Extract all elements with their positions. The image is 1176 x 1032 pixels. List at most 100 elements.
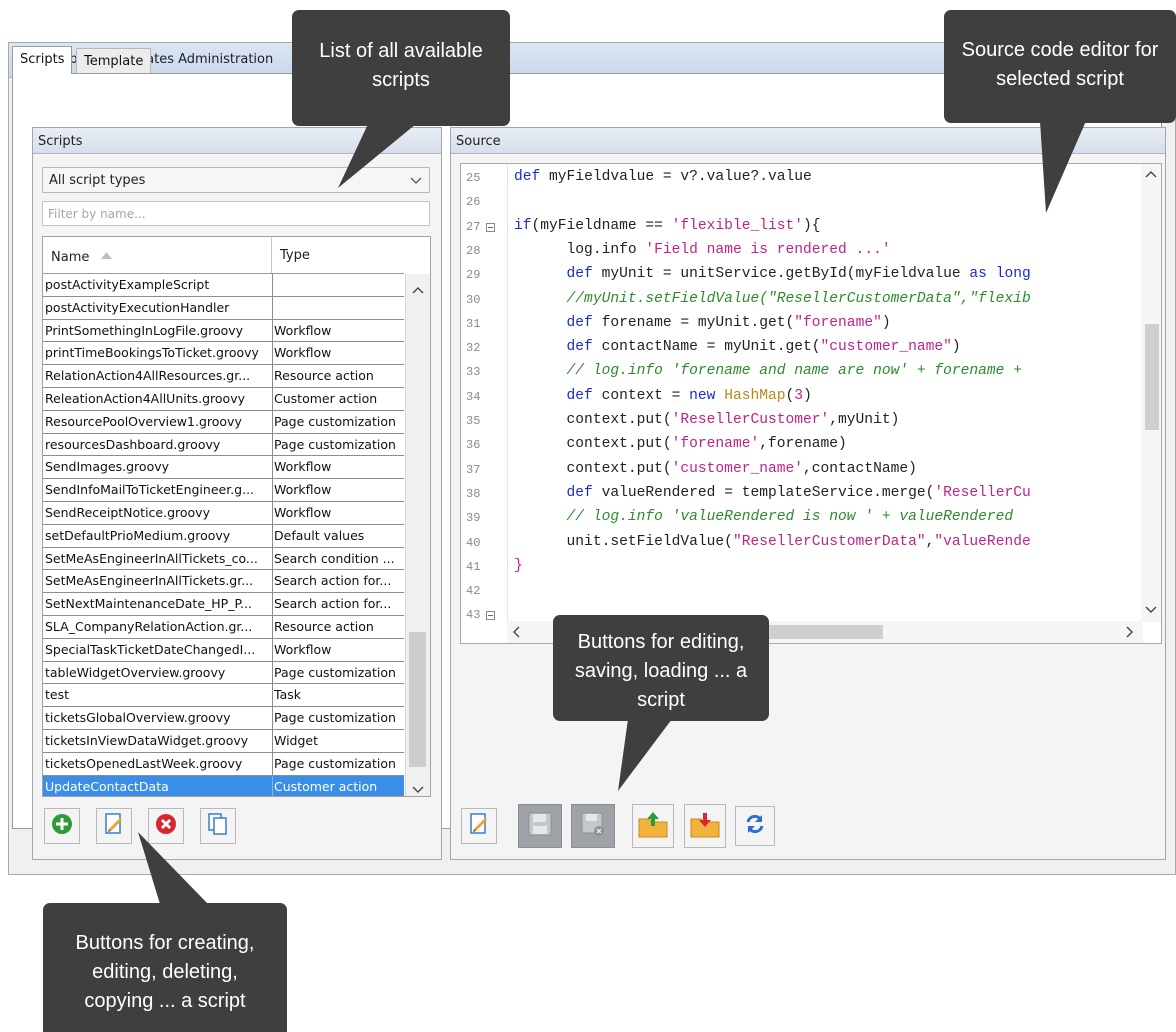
script-name-cell: postActivityExampleScript xyxy=(45,277,210,292)
edit-source-button[interactable] xyxy=(461,808,497,844)
table-row[interactable]: setDefaultPrioMedium.groovy Default value… xyxy=(43,524,404,548)
chevron-up-icon[interactable] xyxy=(1145,168,1157,184)
table-scrollbar[interactable] xyxy=(405,274,430,796)
script-name-cell: SLA_CompanyRelationAction.gr... xyxy=(45,618,253,634)
tab-scripts[interactable]: Scripts xyxy=(12,46,73,74)
column-header-type[interactable]: Type xyxy=(272,237,404,273)
table-row[interactable]: printTimeBookingsToTicket.groovy Workflow xyxy=(43,342,404,366)
script-type-cell: Workflow xyxy=(274,504,332,520)
line-number: 42 xyxy=(466,584,481,599)
discard-button[interactable] xyxy=(571,804,615,848)
column-divider xyxy=(272,274,273,296)
code-line: def myFieldvalue = v?.value?.value xyxy=(514,169,812,185)
column-divider xyxy=(272,547,273,570)
table-row[interactable]: postActivityExampleScript xyxy=(43,274,404,297)
table-row[interactable]: SLA_CompanyRelationAction.gr... Resource … xyxy=(43,615,404,639)
script-type-cell: Workflow xyxy=(274,345,332,361)
folder-download-icon xyxy=(689,809,721,843)
callout-script-buttons-pointer xyxy=(138,832,208,904)
table-row[interactable]: UpdateContactData Customer action xyxy=(43,775,404,796)
table-row[interactable]: resourcesDashboard.groovy Page customizat… xyxy=(43,433,404,457)
table-row[interactable]: test Task xyxy=(43,684,404,708)
script-type-cell: Workflow xyxy=(274,322,332,338)
table-row[interactable]: ticketsGlobalOverview.groovy Page customi… xyxy=(43,707,404,730)
source-code-editor[interactable]: 25 26 27 28 29 30 31 32 33 34 35 36 37 38 39 40 41 42 43 d… xyxy=(460,163,1162,644)
callout-source-buttons: Buttons for editing, saving, loading ...… xyxy=(553,615,769,721)
line-number: 35 xyxy=(466,414,481,428)
reload-button[interactable] xyxy=(735,806,775,846)
table-row[interactable]: SendInfoMailToTicketEngineer.g... Workflo… xyxy=(43,479,404,502)
line-number: 34 xyxy=(466,389,481,404)
table-row[interactable]: SetNextMaintenanceDate_HP_P... Search act… xyxy=(43,593,404,616)
table-row[interactable]: SetMeAsEngineerInAllTickets_co... Search … xyxy=(43,547,404,571)
table-row[interactable]: ticketsOpenedLastWeek.groovy Page customi… xyxy=(43,752,404,776)
filter-by-name-input[interactable] xyxy=(42,201,430,226)
code-line: def valueRendered = templateService.merg… xyxy=(566,484,1031,501)
table-row[interactable]: ReleationAction4AllUnits.groovy Customer … xyxy=(43,387,404,411)
column-divider xyxy=(272,365,273,387)
script-name-cell: SetMeAsEngineerInAllTickets.gr... xyxy=(45,573,254,589)
chevron-right-icon[interactable] xyxy=(1125,626,1135,643)
line-number: 26 xyxy=(466,195,481,210)
refresh-icon xyxy=(744,813,766,839)
line-number: 32 xyxy=(466,341,481,356)
table-scrollbar-thumb[interactable] xyxy=(409,632,426,767)
code-line: context.put('forename',forename) xyxy=(514,436,847,453)
column-divider xyxy=(272,433,273,456)
table-row[interactable]: ticketsInViewDataWidget.groovy Widget xyxy=(43,729,404,753)
line-number: 25 xyxy=(466,171,481,185)
script-type-select-value: All script types xyxy=(49,173,146,188)
table-row[interactable]: tableWidgetOverview.groovy Page customiza… xyxy=(43,661,404,685)
fold-toggle-icon[interactable] xyxy=(486,222,495,232)
table-row[interactable]: PrintSomethingInLogFile.groovy Workflow xyxy=(43,319,404,343)
line-number: 40 xyxy=(466,535,481,550)
column-divider xyxy=(272,661,273,684)
column-divider xyxy=(272,479,273,501)
script-type-cell: Resource action xyxy=(274,368,374,384)
callout-script-list-text: List of all available scripts xyxy=(319,40,483,91)
script-name-cell: RelationAction4AllResources.gr... xyxy=(45,368,251,384)
fold-toggle-icon[interactable] xyxy=(486,611,495,621)
editor-vertical-thumb[interactable] xyxy=(1145,324,1159,430)
edit-document-icon xyxy=(468,812,490,840)
script-type-cell: Workflow xyxy=(274,641,332,657)
editor-vertical-scrollbar[interactable] xyxy=(1141,164,1161,622)
column-divider xyxy=(272,752,273,775)
column-header-name[interactable]: Name xyxy=(43,237,272,273)
script-name-cell: setDefaultPrioMedium.groovy xyxy=(45,527,231,543)
chevron-left-icon[interactable] xyxy=(511,626,521,643)
callout-script-buttons: Buttons for creating, editing, deleting,… xyxy=(43,903,287,1032)
script-type-cell: Task xyxy=(274,687,301,703)
column-type-label: Type xyxy=(280,248,310,263)
table-row[interactable]: SpecialTaskTicketDateChangedI... Workflow xyxy=(43,638,404,662)
chevron-down-icon[interactable] xyxy=(412,780,424,796)
column-divider xyxy=(272,456,273,479)
script-type-cell: Page customization xyxy=(274,413,396,429)
table-row[interactable]: SetMeAsEngineerInAllTickets.gr... Search … xyxy=(43,570,404,594)
script-name-cell: postActivityExecutionHandler xyxy=(45,299,230,315)
tab-template[interactable]: Template xyxy=(76,48,152,74)
table-row[interactable]: ResourcePoolOverview1.groovy Page customi… xyxy=(43,410,404,434)
script-type-cell: Search condition ... xyxy=(274,550,395,566)
script-name-cell: SetNextMaintenanceDate_HP_P... xyxy=(45,596,252,612)
code-line: log.info 'Field name is rendered ...' xyxy=(514,241,891,258)
line-number: 41 xyxy=(466,559,481,574)
script-type-cell: Workflow xyxy=(274,482,332,498)
table-row[interactable]: RelationAction4AllResources.gr... Resourc… xyxy=(43,365,404,388)
chevron-up-icon[interactable] xyxy=(412,280,424,299)
script-type-cell: Page customization xyxy=(274,710,396,726)
code-line: // log.info 'valueRendered is now ' + va… xyxy=(566,509,1014,526)
create-script-button[interactable] xyxy=(44,808,80,844)
table-row[interactable]: SendReceiptNotice.groovy Workflow xyxy=(43,501,404,525)
sort-ascending-icon xyxy=(100,248,112,263)
download-button[interactable] xyxy=(684,804,726,848)
upload-button[interactable] xyxy=(632,804,674,848)
save-button[interactable] xyxy=(518,804,562,848)
edit-script-button[interactable] xyxy=(96,808,132,844)
table-row[interactable]: postActivityExecutionHandler xyxy=(43,296,404,320)
code-line: } xyxy=(514,557,523,574)
line-number-gutter: 25 26 27 28 29 30 31 32 33 34 35 36 37 38 39 40 41 42 43 xyxy=(461,164,508,643)
table-row[interactable]: SendImages.groovy Workflow xyxy=(43,456,404,480)
chevron-down-icon[interactable] xyxy=(1145,604,1157,620)
script-type-cell: Page customization xyxy=(274,664,396,680)
